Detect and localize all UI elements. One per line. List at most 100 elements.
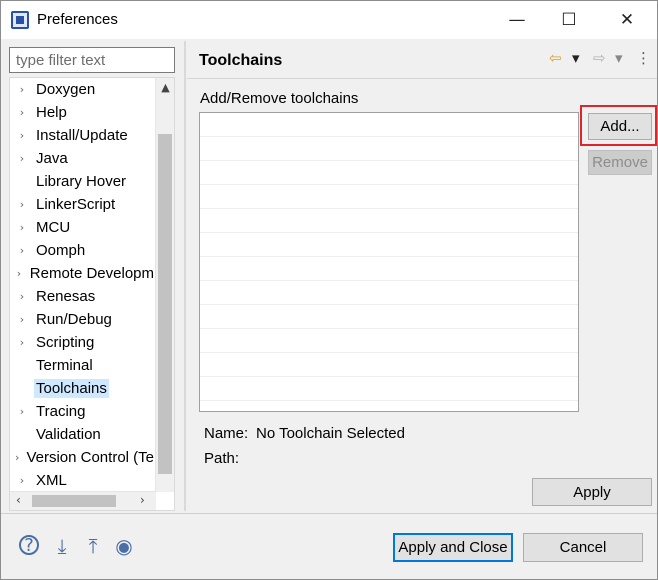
view-menu-icon[interactable]: ⋮ bbox=[636, 49, 651, 67]
expand-arrow-icon[interactable]: › bbox=[10, 106, 34, 119]
expand-arrow-icon[interactable]: › bbox=[10, 244, 34, 257]
tree-item[interactable]: › Java bbox=[10, 147, 156, 170]
tree-item[interactable]: › Scripting bbox=[10, 331, 156, 354]
tree-item-label: Doxygen bbox=[36, 81, 96, 98]
tree-item[interactable]: Validation bbox=[10, 423, 156, 446]
tree-item[interactable]: › Oomph bbox=[10, 239, 156, 262]
list-row-separator bbox=[200, 328, 578, 329]
tree-item-label: Help bbox=[36, 104, 67, 121]
list-row-separator bbox=[200, 160, 578, 161]
tree-item-label: Scripting bbox=[36, 334, 95, 351]
tree-item[interactable]: › Doxygen bbox=[10, 78, 156, 101]
list-row-separator bbox=[200, 280, 578, 281]
expand-arrow-icon[interactable]: › bbox=[10, 290, 34, 303]
tree-item-label: Tracing bbox=[36, 403, 86, 420]
toolchain-list[interactable] bbox=[199, 112, 579, 412]
expand-arrow-icon[interactable]: › bbox=[10, 405, 34, 418]
expand-arrow-icon[interactable]: › bbox=[10, 474, 34, 487]
section-label: Add/Remove toolchains bbox=[200, 90, 359, 107]
apply-button[interactable]: Apply bbox=[532, 478, 652, 506]
filter-input[interactable] bbox=[9, 47, 175, 73]
scroll-up-icon[interactable]: ▲ bbox=[156, 81, 174, 94]
footer-divider bbox=[1, 513, 657, 514]
tree-item[interactable]: › Run/Debug bbox=[10, 308, 156, 331]
page-title: Toolchains bbox=[199, 52, 283, 69]
list-row-separator bbox=[200, 304, 578, 305]
forward-dropdown-icon[interactable]: ▾ bbox=[615, 49, 623, 67]
back-icon[interactable]: ⇦ bbox=[549, 49, 562, 67]
tree-vertical-scrollbar[interactable]: ▲ bbox=[155, 78, 174, 492]
tree-item-label: Java bbox=[36, 150, 68, 167]
tree-item[interactable]: › Version Control (Te bbox=[10, 446, 156, 469]
highlight-annotation bbox=[580, 105, 657, 146]
list-row-separator bbox=[200, 400, 578, 401]
preferences-window: Preferences — ☐ ✕ ›Doxygen›Help›Install/… bbox=[0, 0, 658, 580]
close-button[interactable]: ✕ bbox=[601, 1, 653, 39]
tree-item[interactable]: › LinkerScript bbox=[10, 193, 156, 216]
tree-item-label: Validation bbox=[36, 426, 101, 443]
expand-arrow-icon[interactable]: › bbox=[10, 129, 34, 142]
forward-icon[interactable]: ⇨ bbox=[593, 49, 606, 67]
pane-divider[interactable] bbox=[184, 41, 186, 511]
tree-item-label: Install/Update bbox=[36, 127, 128, 144]
tree-item-label: XML bbox=[36, 472, 67, 489]
expand-arrow-icon[interactable]: › bbox=[10, 267, 28, 280]
export-icon[interactable]: ⤒ bbox=[82, 534, 104, 558]
tree-item[interactable]: › Install/Update bbox=[10, 124, 156, 147]
expand-arrow-icon[interactable]: › bbox=[10, 83, 34, 96]
back-dropdown-icon[interactable]: ▾ bbox=[572, 49, 580, 67]
scrollbar-thumb[interactable] bbox=[158, 134, 172, 474]
tree-item[interactable]: › Remote Developm bbox=[10, 262, 156, 285]
tree-item-label: Run/Debug bbox=[36, 311, 112, 328]
list-row-separator bbox=[200, 376, 578, 377]
list-row-separator bbox=[200, 256, 578, 257]
tree-item[interactable]: Toolchains bbox=[10, 377, 156, 400]
expand-arrow-icon[interactable]: › bbox=[10, 313, 34, 326]
tree-item[interactable]: › Help bbox=[10, 101, 156, 124]
oomph-record-icon[interactable]: ◉ bbox=[113, 534, 135, 558]
tree-item-label: Remote Developm bbox=[29, 265, 154, 282]
tree-item[interactable]: Library Hover bbox=[10, 170, 156, 193]
expand-arrow-icon[interactable]: › bbox=[10, 221, 34, 234]
tree-item[interactable]: › XML bbox=[10, 469, 156, 492]
tree-item[interactable]: › Tracing bbox=[10, 400, 156, 423]
import-icon[interactable]: ⤓ bbox=[51, 534, 73, 558]
maximize-button[interactable]: ☐ bbox=[543, 1, 595, 39]
tree-item-label: Version Control (Te bbox=[26, 449, 154, 466]
preference-tree: › Doxygen › Help › Install/Update › Java Library… bbox=[9, 77, 175, 511]
cancel-button[interactable]: Cancel bbox=[523, 533, 643, 562]
tree-item[interactable]: › Renesas bbox=[10, 285, 156, 308]
tree-item-label: Terminal bbox=[36, 357, 93, 374]
scrollbar-thumb[interactable] bbox=[32, 495, 116, 507]
expand-arrow-icon[interactable]: › bbox=[10, 198, 34, 211]
tree-item-label: Oomph bbox=[36, 242, 86, 259]
scroll-left-icon[interactable]: ‹ bbox=[16, 493, 21, 507]
minimize-button[interactable]: — bbox=[491, 1, 543, 39]
path-label: Path: bbox=[204, 450, 240, 467]
list-row-separator bbox=[200, 232, 578, 233]
help-icon[interactable]: ? bbox=[19, 535, 39, 556]
tree-item[interactable]: Terminal bbox=[10, 354, 156, 377]
apply-and-close-button[interactable]: Apply and Close bbox=[393, 533, 513, 562]
list-row-separator bbox=[200, 352, 578, 353]
name-label: Name: bbox=[204, 425, 249, 442]
page-header: Toolchains ⇦ ▾ ⇨ ▾ ⋮ bbox=[187, 41, 657, 79]
tree-item[interactable]: › MCU bbox=[10, 216, 156, 239]
app-icon bbox=[11, 11, 29, 29]
window-title: Preferences bbox=[37, 11, 118, 28]
list-row-separator bbox=[200, 184, 578, 185]
list-row-separator bbox=[200, 208, 578, 209]
title-bar[interactable]: Preferences — ☐ ✕ bbox=[1, 1, 657, 39]
remove-button[interactable]: Remove bbox=[588, 150, 652, 175]
expand-arrow-icon[interactable]: › bbox=[10, 451, 24, 464]
scroll-right-icon[interactable]: › bbox=[140, 493, 145, 507]
tree-item-label: MCU bbox=[36, 219, 71, 236]
expand-arrow-icon[interactable]: › bbox=[10, 336, 34, 349]
expand-arrow-icon[interactable]: › bbox=[10, 152, 34, 165]
tree-horizontal-scrollbar[interactable]: ‹ › bbox=[10, 491, 156, 510]
name-value: No Toolchain Selected bbox=[256, 425, 405, 442]
tree-item-label: Library Hover bbox=[36, 173, 127, 190]
tree-item-label: Renesas bbox=[36, 288, 96, 305]
list-row-separator bbox=[200, 136, 578, 137]
tree-item-label: Toolchains bbox=[34, 379, 109, 398]
